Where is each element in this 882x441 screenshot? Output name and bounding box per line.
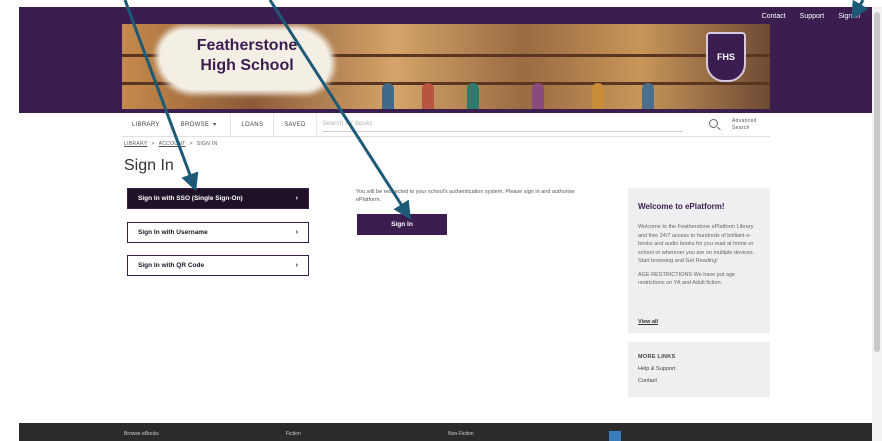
support-link[interactable]: Support: [800, 13, 825, 20]
qr-sign-in-button[interactable]: Sign In with QR Code ›: [127, 255, 309, 276]
welcome-title: Welcome to ePlatform!: [638, 202, 725, 211]
chevron-right-icon: ›: [295, 229, 298, 236]
username-sign-in-button[interactable]: Sign In with Username ›: [127, 222, 309, 243]
nav-browse-label: BROWSE: [180, 121, 210, 128]
nav-loans[interactable]: LOANS: [231, 113, 275, 136]
footer-fiction[interactable]: Fiction: [286, 431, 301, 437]
nav-library[interactable]: LIBRARY: [122, 113, 171, 136]
school-banner: Featherstone High School FHS: [122, 24, 770, 109]
sso-info-text: You will be redirected to your school's …: [356, 189, 575, 203]
nav-browse[interactable]: BROWSE ▾: [171, 113, 232, 136]
welcome-body: Welcome to the Featherstone ePlatform Li…: [638, 223, 760, 288]
help-support-link[interactable]: Help & Support: [638, 366, 770, 372]
breadcrumb-current: SIGN IN: [196, 141, 218, 147]
sign-in-button[interactable]: Sign In: [357, 214, 447, 235]
age-restrictions-text: AGE RESTRICTIONS We have put age restric…: [638, 271, 736, 287]
search-icon[interactable]: [709, 119, 718, 128]
school-name-line1: Featherstone: [196, 37, 298, 54]
school-logo[interactable]: Featherstone High School: [177, 36, 317, 76]
breadcrumb-account[interactable]: ACCOUNT: [159, 141, 186, 147]
sso-sign-in-label: Sign In with SSO (Single Sign-On): [138, 195, 243, 202]
nav-library-label: LIBRARY: [132, 121, 160, 128]
chevron-down-icon: ▾: [213, 122, 217, 128]
eplatform-logo: [609, 431, 621, 441]
breadcrumb: LIBRARY > ACCOUNT > SIGN IN: [124, 141, 217, 147]
advanced-search-link[interactable]: Advanced Search: [732, 118, 758, 132]
footer-non-fiction[interactable]: Non-Fiction: [448, 431, 474, 437]
main-nav: LIBRARY BROWSE ▾ LOANS SAVED Search for …: [122, 113, 770, 137]
sso-sign-in-button[interactable]: Sign In with SSO (Single Sign-On) ›: [127, 188, 309, 209]
school-crest-icon: FHS: [706, 32, 746, 82]
crest-text: FHS: [717, 52, 735, 62]
qr-sign-in-label: Sign In with QR Code: [138, 262, 205, 269]
chevron-right-icon: ›: [295, 195, 298, 202]
breadcrumb-separator: >: [189, 141, 193, 147]
utility-links: Contact Support Sign In: [762, 13, 860, 20]
view-all-link[interactable]: View all: [638, 319, 665, 325]
nav-saved-label: SAVED: [284, 121, 306, 128]
breadcrumb-library[interactable]: LIBRARY: [124, 141, 147, 147]
browser-page: Contact Support Sign In Featherstone Hig…: [19, 7, 872, 441]
breadcrumb-separator: >: [151, 141, 155, 147]
nav-loans-label: LOANS: [241, 121, 264, 128]
school-name-line2: High School: [200, 57, 294, 74]
sign-in-button-label: Sign In: [391, 221, 413, 228]
username-sign-in-label: Sign In with Username: [138, 229, 208, 236]
contact-link[interactable]: Contact: [762, 13, 786, 20]
welcome-text: Welcome to the Featherstone ePlatform Li…: [638, 224, 755, 264]
welcome-panel: Welcome to ePlatform! Welcome to the Fea…: [628, 188, 770, 333]
sign-in-link[interactable]: Sign In: [838, 13, 860, 20]
footer-browse-ebooks[interactable]: Browse eBooks: [124, 431, 159, 437]
search-input[interactable]: Search for books: [322, 117, 683, 132]
page-title: Sign In: [124, 157, 174, 174]
contact-footer-link[interactable]: Contact: [638, 378, 770, 384]
search-placeholder: Search for books: [322, 121, 373, 127]
chevron-right-icon: ›: [295, 262, 298, 269]
nav-saved[interactable]: SAVED: [274, 113, 317, 136]
scrollbar-thumb[interactable]: [874, 12, 880, 352]
more-links-title: MORE LINKS: [638, 354, 676, 360]
footer: Browse eBooks Fiction Non-Fiction: [19, 423, 872, 441]
more-links-panel: MORE LINKS Help & Support Contact: [628, 342, 770, 397]
